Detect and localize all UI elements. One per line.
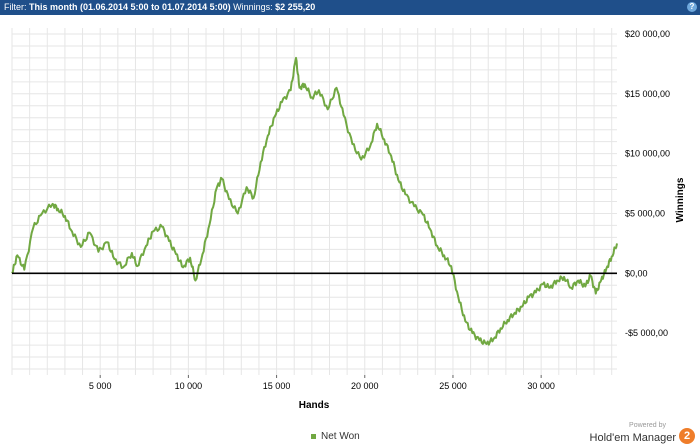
help-icon[interactable]: ? bbox=[687, 2, 697, 12]
legend-swatch-net-won bbox=[311, 433, 316, 439]
x-tick-label: 5 000 bbox=[89, 381, 112, 391]
x-tick-label: 30 000 bbox=[527, 381, 555, 391]
x-axis-label: Hands bbox=[299, 400, 330, 411]
winnings-value: $2 255,20 bbox=[275, 2, 316, 12]
y-tick-label: $0,00 bbox=[625, 268, 648, 278]
y-tick-label: -$5 000,00 bbox=[625, 328, 668, 338]
chart-legend[interactable]: Net Won bbox=[311, 431, 360, 443]
brand-name: Hold'em Manager bbox=[589, 432, 676, 444]
winnings-chart: 5 000 10 000 15 000 20 000 25 000 30 000 -$5 … bbox=[11, 28, 686, 411]
brand-watermark: Powered by Hold'em Manager 2 bbox=[590, 420, 700, 448]
winnings-label: Winnings: bbox=[233, 2, 273, 12]
x-tick-label: 10 000 bbox=[175, 381, 203, 391]
y-tick-label: $15 000,00 bbox=[625, 89, 670, 99]
x-tick-label: 15 000 bbox=[263, 381, 291, 391]
y-axis-ticks: -$5 000,00 $0,00 $5 000,00 $10 000,00 $15 00… bbox=[625, 29, 670, 338]
x-tick-label: 25 000 bbox=[439, 381, 467, 391]
x-tick-label: 20 000 bbox=[351, 381, 379, 391]
powered-by-text: Powered by bbox=[629, 422, 666, 429]
y-tick-label: $20 000,00 bbox=[625, 29, 670, 39]
y-tick-label: $10 000,00 bbox=[625, 149, 670, 159]
filter-label: Filter: bbox=[4, 2, 27, 12]
filter-value[interactable]: This month (01.06.2014 5:00 to 01.07.201… bbox=[29, 2, 231, 12]
x-axis-ticks: 5 000 10 000 15 000 20 000 25 000 30 000 bbox=[89, 375, 555, 391]
y-axis-label: Winnings bbox=[675, 177, 686, 222]
filter-bar: Filter: This month (01.06.2014 5:00 to 0… bbox=[0, 0, 700, 15]
y-tick-label: $5 000,00 bbox=[625, 208, 665, 218]
brand-logo-icon: 2 bbox=[679, 428, 695, 444]
legend-label-net-won: Net Won bbox=[321, 431, 360, 442]
